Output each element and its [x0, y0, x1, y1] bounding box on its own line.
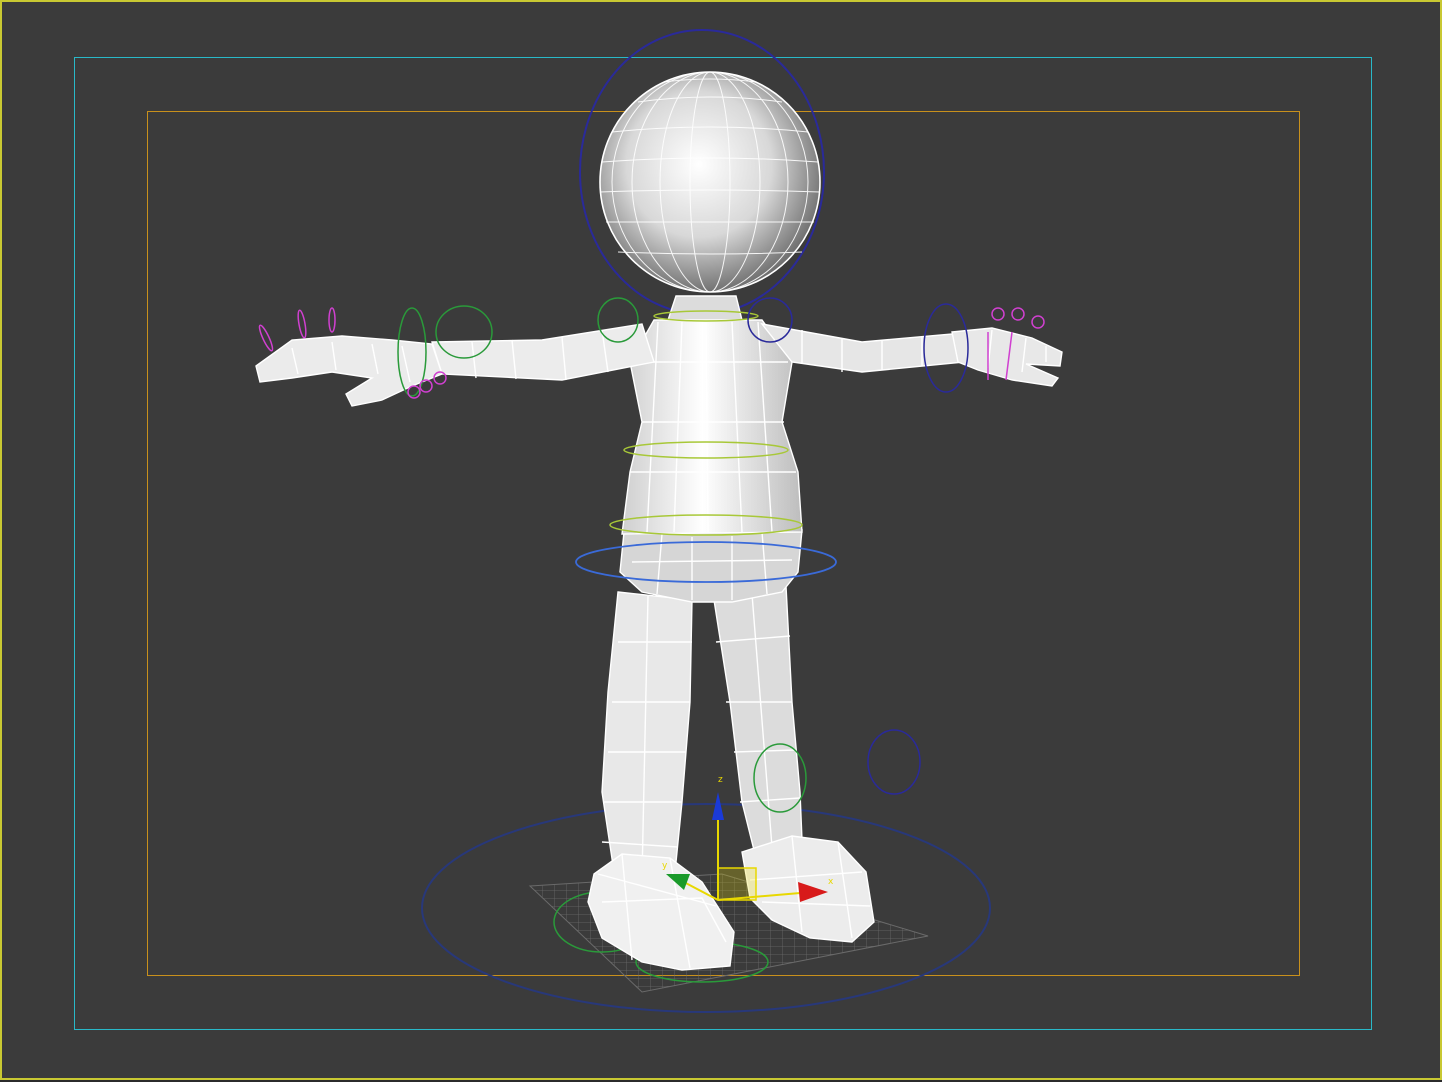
finger-control	[419, 379, 433, 393]
scene-canvas[interactable]: z y x	[2, 2, 1442, 1082]
finger-control	[1031, 315, 1045, 329]
right-arm	[760, 322, 966, 373]
head-mesh	[599, 71, 821, 293]
gizmo-z-label: z	[718, 775, 723, 785]
left-arm	[431, 323, 655, 381]
finger-control	[328, 307, 336, 333]
legs-mesh	[601, 585, 803, 883]
gizmo-xy-plane[interactable]	[717, 867, 757, 901]
perspective-viewport[interactable]: z y x	[0, 0, 1442, 1080]
knee-pole-control[interactable]	[867, 729, 921, 795]
neck-mesh	[667, 295, 743, 321]
finger-control	[991, 307, 1005, 321]
gizmo-z-arrow[interactable]	[712, 792, 724, 820]
gizmo-y-label: y	[662, 861, 668, 871]
hips-mesh	[619, 529, 803, 603]
finger-control	[1011, 307, 1025, 321]
finger-control	[258, 324, 274, 352]
finger-control	[297, 309, 307, 339]
gizmo-x-label: x	[828, 877, 834, 887]
